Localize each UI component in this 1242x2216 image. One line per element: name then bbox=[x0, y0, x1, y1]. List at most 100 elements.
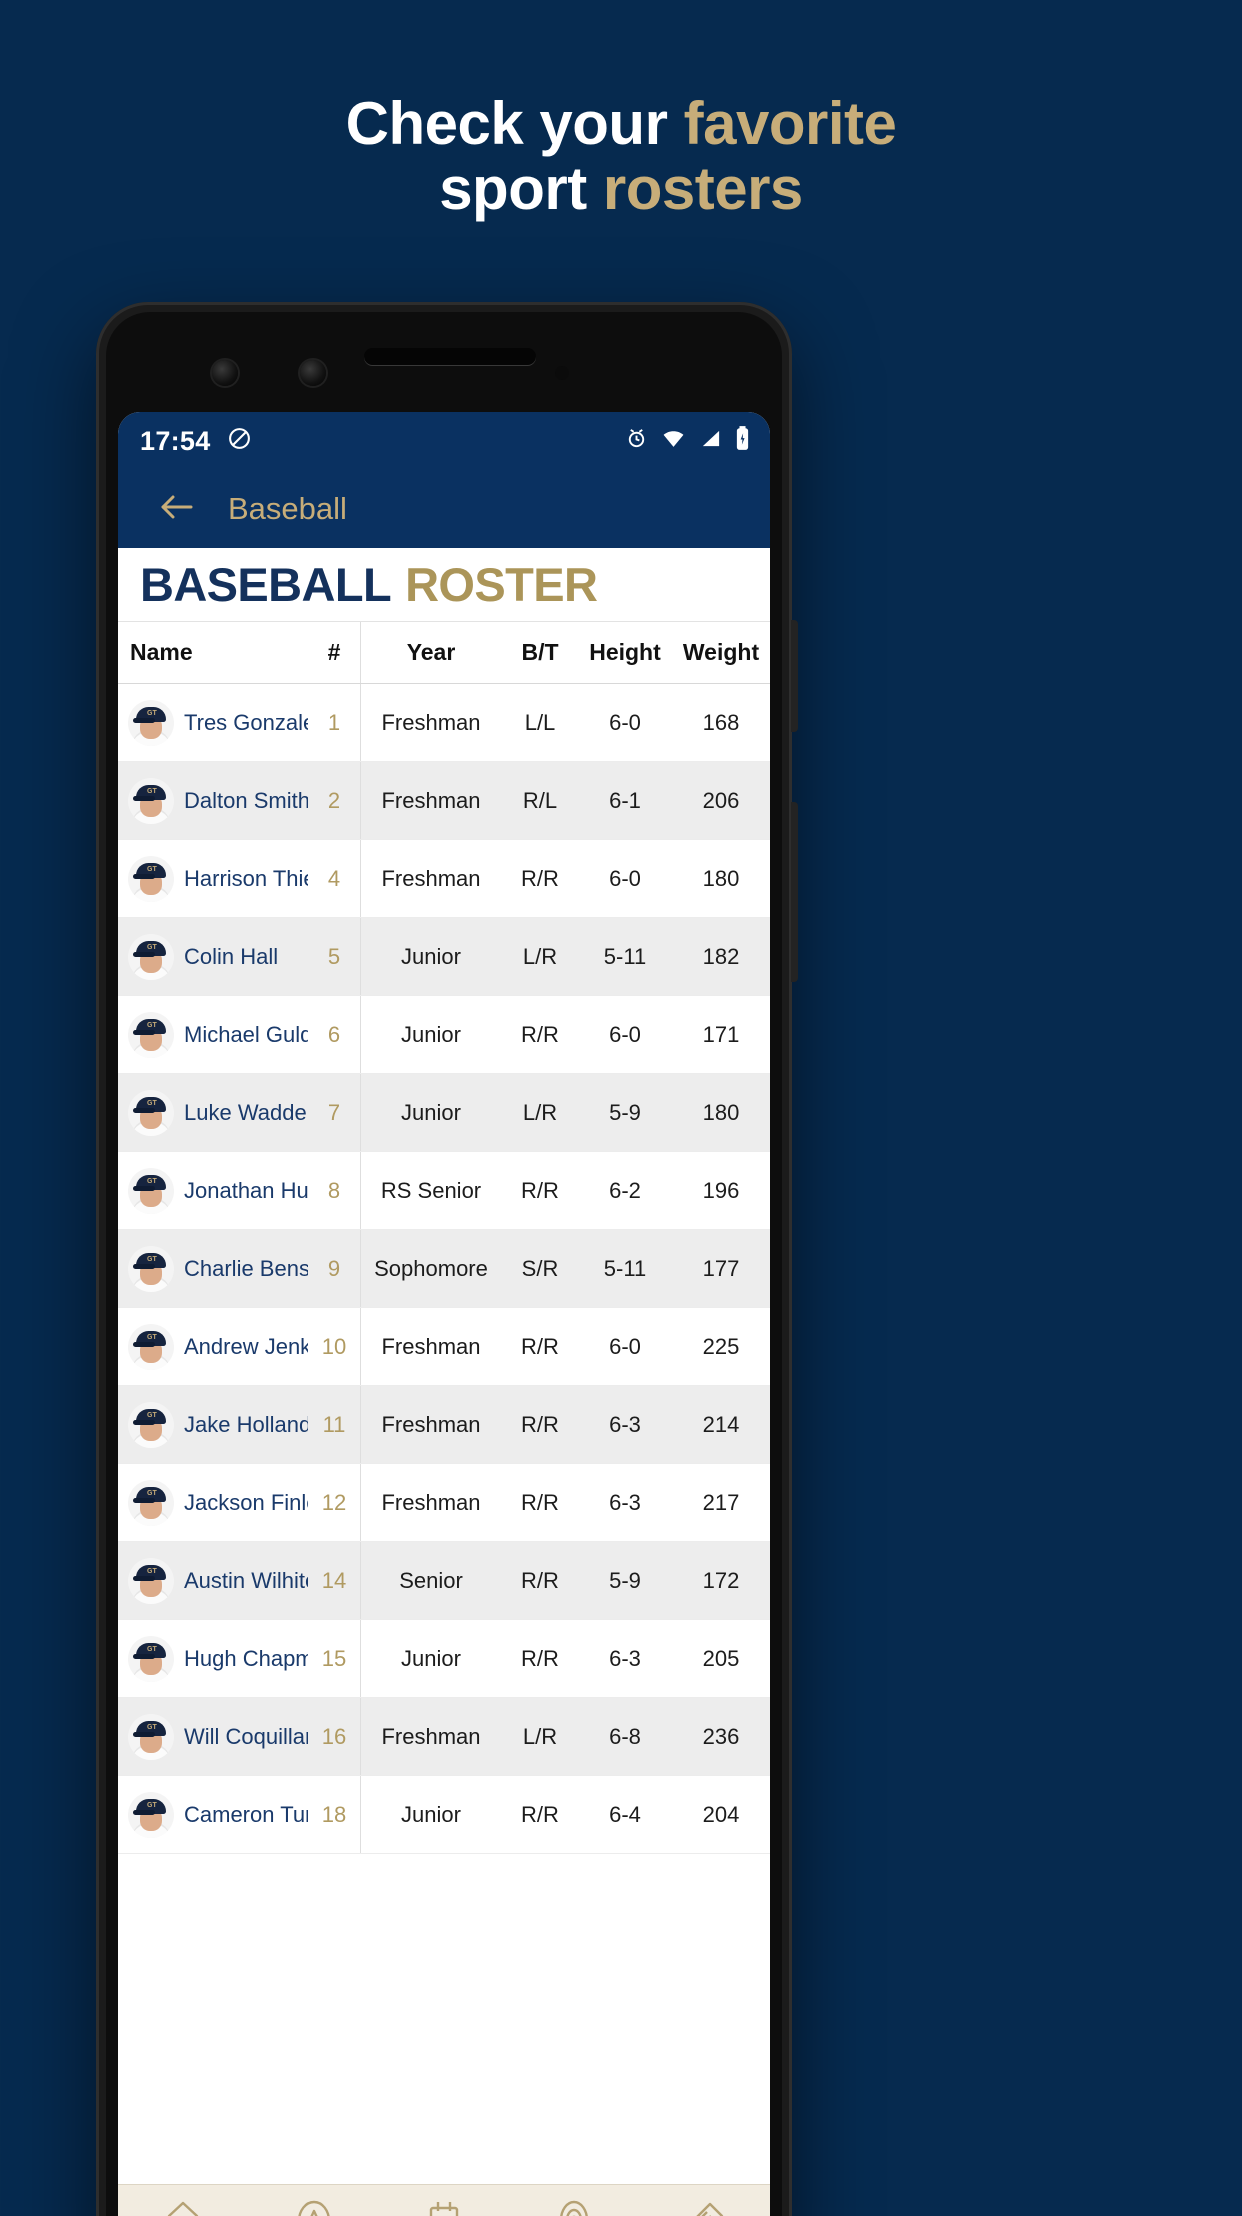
player-avatar: GT bbox=[128, 1011, 174, 1058]
table-row[interactable]: GTColin Hall5JuniorL/R5-11182A bbox=[118, 918, 770, 996]
nav-item-home[interactable] bbox=[118, 2185, 248, 2216]
player-height: 6-0 bbox=[609, 709, 641, 735]
player-bats-throws: R/R bbox=[521, 1489, 559, 1515]
player-number: 7 bbox=[327, 1099, 341, 1125]
player-weight: 180 bbox=[702, 865, 740, 891]
player-weight: 168 bbox=[702, 709, 740, 735]
promo-line1-gold: favorite bbox=[683, 90, 897, 157]
player-name: Jake Holland bbox=[184, 1411, 308, 1437]
player-number: 6 bbox=[327, 1021, 341, 1047]
player-year: Junior bbox=[401, 1099, 461, 1125]
header-cell-year: Year bbox=[406, 639, 456, 665]
player-number: 16 bbox=[321, 1723, 347, 1749]
table-row[interactable]: GT Andrew Jenkins 10 Freshman R/R 6-0 225 bbox=[118, 1308, 770, 1386]
player-avatar: GT bbox=[128, 1167, 174, 1214]
row-scrollable-cells: FreshmanL/R6-8236Pacifi bbox=[361, 1698, 770, 1775]
back-arrow-icon[interactable] bbox=[158, 492, 194, 527]
bottom-navigation-bar bbox=[118, 2184, 770, 2216]
player-avatar: GT bbox=[128, 1791, 174, 1838]
table-row[interactable]: GT Harrison Thiel 4 Freshman R/R 6-0 180 bbox=[118, 840, 770, 918]
player-bats-throws: R/R bbox=[521, 1411, 559, 1437]
row-name-cell: GT Michael Guldberg 6 bbox=[118, 996, 361, 1073]
front-camera-icon bbox=[212, 360, 238, 386]
player-height: 5-9 bbox=[609, 1567, 641, 1593]
nav-item-broadcast[interactable] bbox=[509, 2185, 639, 2216]
player-year: Sophomore bbox=[374, 1255, 488, 1281]
row-name-cell: GT Hugh Chapman 15 bbox=[118, 1620, 361, 1697]
row-scrollable-cells: FreshmanL/L6-0168San bbox=[361, 684, 770, 761]
player-avatar: GT bbox=[128, 933, 174, 980]
nav-item-calendar[interactable] bbox=[379, 2185, 509, 2216]
player-weight: 177 bbox=[702, 1255, 740, 1281]
row-name-cell: GT Jonathan Hughes 8 bbox=[118, 1152, 361, 1229]
row-scrollable-cells: Junior R/R 6-0 171 bbox=[361, 996, 770, 1073]
home-icon bbox=[162, 2199, 204, 2216]
row-scrollable-cells: FreshmanR/R6-3217Ric bbox=[361, 1464, 770, 1541]
player-bats-throws: L/L bbox=[524, 709, 556, 735]
row-name-cell: GT Jackson Finley 12 bbox=[118, 1464, 361, 1541]
table-row[interactable]: GT Michael Guldberg 6 Junior R/R 6-0 171 bbox=[118, 996, 770, 1074]
header-cells-scrollable: Year B/T Height Weight H bbox=[361, 622, 770, 683]
status-bar-clock: 17:54 bbox=[140, 425, 211, 456]
app-bar: Baseball bbox=[118, 470, 770, 548]
player-weight: 172 bbox=[702, 1567, 740, 1593]
player-avatar: GT bbox=[128, 699, 174, 746]
player-weight: 204 bbox=[702, 1801, 740, 1827]
table-row[interactable]: GTCharlie Benson9SophomoreS/R5-11177A bbox=[118, 1230, 770, 1308]
promo-headline-line-2: sport rosters bbox=[0, 156, 1242, 222]
table-row[interactable]: GTJake Holland11FreshmanR/R6-3214C bbox=[118, 1386, 770, 1464]
phone-mockup: 17:54 Baseball BASEBALL ROSTER Name # Ye… bbox=[96, 302, 798, 2216]
player-height: 6-0 bbox=[609, 865, 641, 891]
do-not-disturb-icon bbox=[227, 426, 252, 456]
player-weight: 182 bbox=[702, 943, 740, 969]
player-year: Freshman bbox=[381, 865, 481, 891]
player-avatar: GT bbox=[128, 1635, 174, 1682]
row-scrollable-cells: RS SeniorR/R6-2196Flow bbox=[361, 1152, 770, 1229]
player-height: 6-3 bbox=[609, 1645, 641, 1671]
row-scrollable-cells: SophomoreS/R5-11177A bbox=[361, 1230, 770, 1307]
player-weight: 206 bbox=[702, 787, 740, 813]
player-weight: 214 bbox=[702, 1411, 740, 1437]
player-name: Jonathan Hughes bbox=[184, 1177, 308, 1203]
player-weight: 236 bbox=[702, 1723, 740, 1749]
nav-item-tickets[interactable] bbox=[640, 2185, 770, 2216]
row-scrollable-cells: FreshmanR/L6-1206W bbox=[361, 762, 770, 839]
player-bats-throws: L/R bbox=[522, 1723, 558, 1749]
player-year: Junior bbox=[401, 1021, 461, 1047]
table-body: GTTres Gonzalez1FreshmanL/L6-0168SanGTDa… bbox=[118, 684, 770, 1854]
nav-item-favorites[interactable] bbox=[248, 2185, 378, 2216]
promo-headline: Check your favorite sport rosters bbox=[0, 90, 1242, 222]
table-row[interactable]: GTJonathan Hughes8RS SeniorR/R6-2196Flow bbox=[118, 1152, 770, 1230]
player-bats-throws: R/R bbox=[521, 1645, 559, 1671]
table-row[interactable]: GTLuke Waddell7JuniorL/R5-9180L bbox=[118, 1074, 770, 1152]
player-weight: 171 bbox=[702, 1021, 740, 1047]
row-scrollable-cells: Freshman R/R 6-0 225 bbox=[361, 1308, 770, 1385]
table-row[interactable]: GT Austin Wilhite 14 Senior R/R 5-9 172 bbox=[118, 1542, 770, 1620]
header-cell-number: # bbox=[327, 639, 341, 665]
table-row[interactable]: GTWill Coquillard16FreshmanL/R6-8236Paci… bbox=[118, 1698, 770, 1776]
player-number: 2 bbox=[327, 787, 341, 813]
player-height: 6-4 bbox=[609, 1801, 641, 1827]
player-year: Freshman bbox=[381, 1489, 481, 1515]
roster-title: BASEBALL ROSTER bbox=[118, 548, 770, 622]
table-row[interactable]: GT Cameron Turley 18 Junior R/R 6-4 204 bbox=[118, 1776, 770, 1854]
tickets-icon bbox=[683, 2199, 727, 2216]
table-header-row: Name # Year B/T Height Weight H bbox=[118, 622, 770, 684]
player-name: Cameron Turley bbox=[184, 1801, 308, 1827]
player-bats-throws: R/R bbox=[521, 1567, 559, 1593]
player-avatar: GT bbox=[128, 855, 174, 902]
table-row[interactable]: GTTres Gonzalez1FreshmanL/L6-0168San bbox=[118, 684, 770, 762]
roster-table[interactable]: Name # Year B/T Height Weight H GT Tres G… bbox=[118, 622, 770, 2216]
player-height: 6-8 bbox=[609, 1723, 641, 1749]
table-row[interactable]: GTJackson Finley12FreshmanR/R6-3217Ric bbox=[118, 1464, 770, 1542]
player-height: 6-1 bbox=[609, 787, 641, 813]
player-avatar: GT bbox=[128, 1479, 174, 1526]
header-cell-height: Height bbox=[589, 639, 661, 665]
player-number: 11 bbox=[322, 1411, 346, 1437]
row-scrollable-cells: Freshman R/R 6-0 180 bbox=[361, 840, 770, 917]
player-name: Harrison Thiel bbox=[184, 865, 308, 891]
player-bats-throws: R/R bbox=[521, 1333, 559, 1359]
table-row[interactable]: GT Hugh Chapman 15 Junior R/R 6-3 205 bbox=[118, 1620, 770, 1698]
player-name: Austin Wilhite bbox=[184, 1567, 308, 1593]
table-row[interactable]: GTDalton Smith2FreshmanR/L6-1206W bbox=[118, 762, 770, 840]
